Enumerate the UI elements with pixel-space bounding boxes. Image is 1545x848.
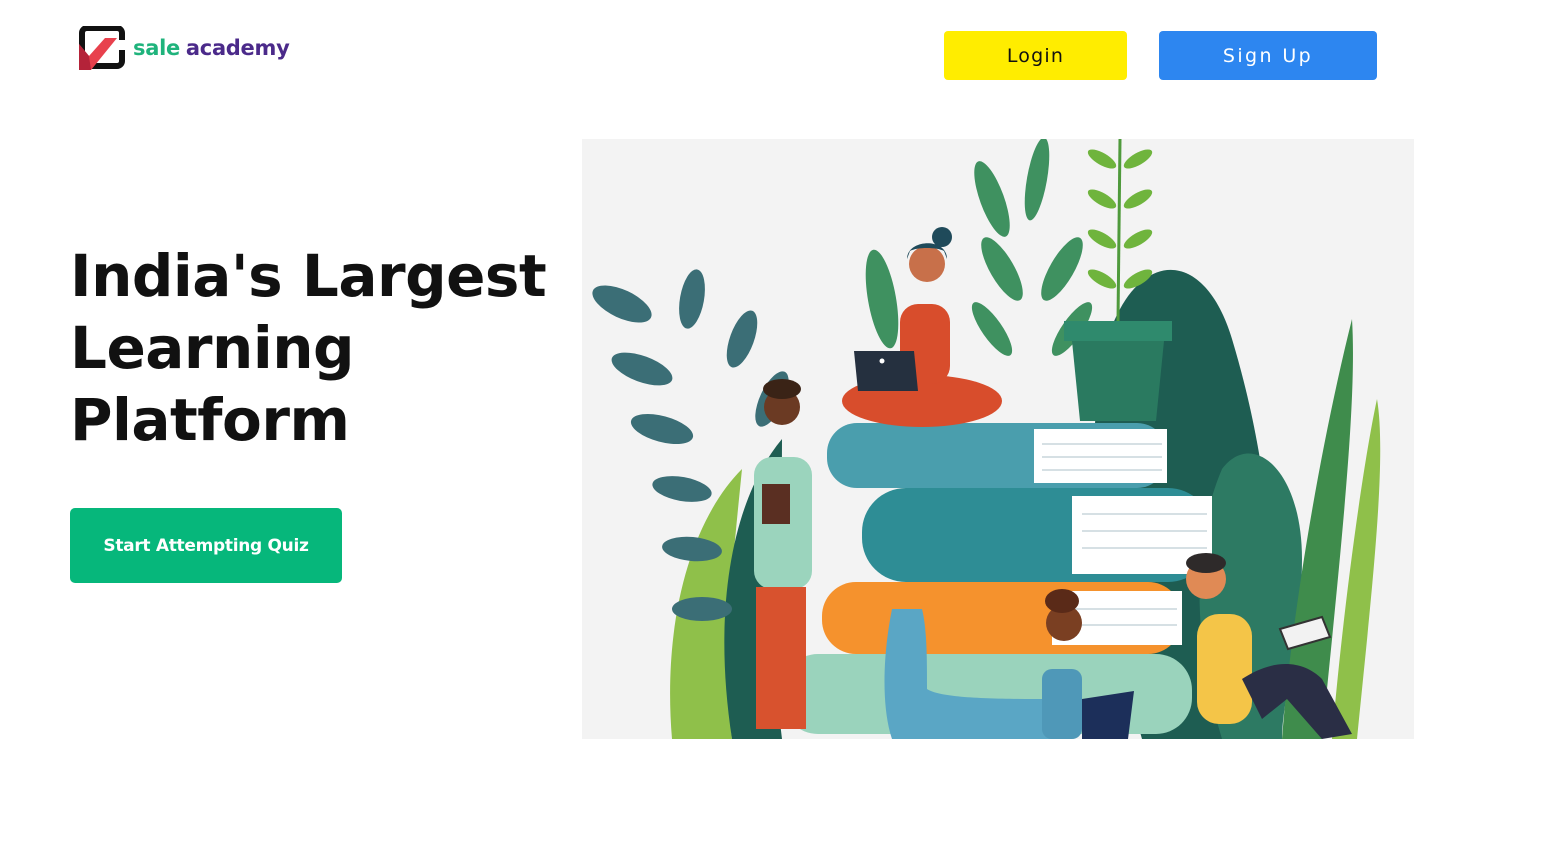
brand-sale-text: sale [133, 36, 180, 60]
start-quiz-button[interactable]: Start Attempting Quiz [70, 508, 342, 583]
students-reading-illustration [592, 139, 1381, 739]
headline-line: Learning [70, 314, 355, 382]
brand-logo[interactable]: sale academy [79, 26, 290, 70]
headline-line: India's Largest [70, 242, 547, 310]
brand-name: sale academy [133, 36, 290, 60]
hero-illustration [582, 139, 1414, 739]
signup-button[interactable]: Sign Up [1159, 31, 1377, 80]
login-button[interactable]: Login [944, 31, 1127, 80]
hero-headline: India's Largest Learning Platform [70, 240, 547, 456]
sale-academy-logo-icon [79, 26, 125, 70]
headline-line: Platform [70, 386, 350, 454]
brand-academy-text: academy [185, 36, 290, 60]
